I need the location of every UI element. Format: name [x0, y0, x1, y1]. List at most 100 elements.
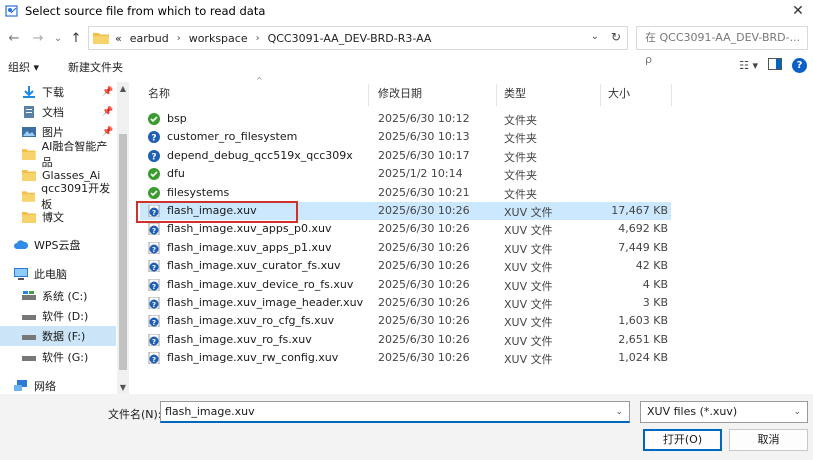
sidebar-item-drive-d[interactable]: 软件 (D:)	[0, 306, 116, 326]
up-arrow-icon[interactable]: ↑	[68, 30, 84, 48]
sidebar-item-blog[interactable]: 博文	[0, 207, 116, 227]
forward-arrow-icon[interactable]: →	[30, 30, 46, 48]
filename-input[interactable]: flash_image.xuv ⌄	[160, 401, 630, 423]
folder-icon	[22, 170, 36, 181]
view-options-icon[interactable]: ☷ ▾	[739, 59, 758, 72]
scroll-down-icon[interactable]: ▼	[117, 383, 129, 392]
sidebar-item-this-pc[interactable]: 此电脑	[0, 264, 116, 284]
file-date: 2025/6/30 10:26	[378, 296, 470, 309]
checkmark-folder-icon	[148, 168, 160, 181]
file-type: XUV 文件	[504, 316, 553, 330]
breadcrumb-workspace[interactable]: workspace	[189, 32, 248, 45]
sidebar-scrollbar[interactable]: ▲ ▼	[117, 82, 129, 394]
unknown-file-icon: ?	[148, 278, 160, 291]
back-arrow-icon[interactable]: ←	[6, 30, 22, 48]
table-row[interactable]: ? flash_image.xuv_ro_fs.xuv 2025/6/30 10:2…	[140, 331, 671, 349]
sidebar-item-drive-f[interactable]: 数据 (F:)	[0, 326, 116, 346]
file-type-select[interactable]: XUV files (*.xuv) ⌄	[640, 401, 808, 423]
unknown-file-icon: ?	[148, 315, 160, 328]
sidebar-item-network[interactable]: 网络	[0, 376, 116, 396]
navigation-pane: 下载 📌 文档 📌 图片 📌 AI融合智能产品 Glasses_Ai qcc30…	[0, 82, 130, 394]
view-controls: ☷ ▾ ?	[739, 58, 807, 73]
table-row[interactable]: ? flash_image.xuv_curator_fs.xuv 2025/6/30…	[140, 257, 671, 275]
scroll-up-icon[interactable]: ▲	[117, 84, 129, 93]
column-header-name[interactable]: 名称	[148, 82, 170, 106]
preview-pane-icon[interactable]	[768, 58, 782, 73]
checkmark-folder-icon	[148, 186, 160, 199]
file-date: 2025/6/30 10:26	[378, 351, 470, 365]
pin-icon: 📌	[102, 127, 114, 137]
svg-text:?: ?	[152, 301, 156, 309]
chevron-down-icon[interactable]: ⌄	[591, 31, 599, 42]
organize-button[interactable]: 组织 ▾	[8, 59, 39, 75]
table-row[interactable]: filesystems 2025/6/30 10:21 文件夹	[140, 184, 671, 202]
folder-icon	[22, 212, 36, 223]
table-row[interactable]: ? flash_image.xuv_rw_config.xuv 2025/6/30 …	[140, 349, 671, 367]
file-type: XUV 文件	[504, 261, 553, 275]
table-row[interactable]: ? flash_image.xuv_image_header.xuv 2025/6/…	[140, 294, 671, 312]
close-icon[interactable]: ✕	[789, 2, 807, 20]
checkmark-folder-icon	[148, 113, 160, 125]
sidebar-item-drive-c[interactable]: 系统 (C:)	[0, 286, 116, 306]
open-button[interactable]: 打开(O)	[643, 429, 722, 451]
cancel-button[interactable]: 取消	[729, 429, 808, 451]
help-icon[interactable]: ?	[792, 58, 807, 73]
column-header-type[interactable]: 类型	[504, 82, 526, 106]
app-icon	[5, 5, 18, 17]
address-row: ← → ⌄ ↑ « earbud › workspace › QCC3091-A…	[0, 26, 813, 66]
drive-icon	[22, 335, 36, 340]
column-divider[interactable]	[496, 84, 497, 106]
unknown-file-icon: ?	[148, 352, 160, 365]
chevron-right-icon[interactable]: ›	[177, 33, 181, 44]
svg-text:?: ?	[151, 152, 156, 162]
table-row[interactable]: dfu 2025/1/2 10:14 文件夹	[140, 165, 671, 183]
sidebar-item-downloads[interactable]: 下载 📌	[0, 82, 116, 102]
filename-value: flash_image.xuv	[165, 405, 255, 418]
sidebar-item-qcc3091[interactable]: qcc3091开发板	[0, 182, 116, 211]
sidebar-item-wps-cloud[interactable]: WPS云盘	[0, 235, 116, 255]
sidebar-item-ai-folder[interactable]: AI融合智能产品	[0, 140, 116, 169]
table-row[interactable]: bsp 2025/6/30 10:12 文件夹	[140, 110, 671, 128]
chevron-down-icon[interactable]: ⌄	[793, 402, 801, 422]
refresh-icon[interactable]: ↻	[611, 30, 621, 44]
table-row[interactable]: ? flash_image.xuv_ro_cfg_fs.xuv 2025/6/30 …	[140, 312, 671, 330]
breadcrumb-qcc3091[interactable]: QCC3091-AA_DEV-BRD-R3-AA	[268, 32, 432, 45]
column-header-size[interactable]: 大小	[608, 82, 630, 106]
file-date: 2025/6/30 10:26	[378, 314, 470, 328]
recent-locations-dropdown-icon[interactable]: ⌄	[50, 30, 66, 48]
table-row[interactable]: ? flash_image.xuv_device_ro_fs.xuv 2025/6/…	[140, 276, 671, 294]
file-size: 17,467 KB	[611, 204, 668, 217]
column-divider[interactable]	[368, 84, 369, 106]
file-size: 2,651 KB	[618, 332, 668, 346]
new-folder-button[interactable]: 新建文件夹	[68, 59, 123, 75]
chevron-down-icon[interactable]: ⌄	[615, 402, 623, 422]
chevron-right-icon[interactable]: ›	[256, 33, 260, 44]
table-row[interactable]: ? flash_image.xuv_apps_p1.xuv 2025/6/30 10…	[140, 239, 671, 257]
column-header-date[interactable]: 修改日期	[378, 82, 422, 106]
file-name: flash_image.xuv_device_ro_fs.xuv	[167, 277, 354, 291]
file-date: 2025/6/30 10:13	[378, 130, 470, 144]
folder-icon	[93, 33, 109, 44]
file-list: ^ 名称 修改日期 类型 大小 bsp 2025/6/30 10:12 文件夹? cu…	[140, 76, 813, 394]
table-row[interactable]: ? customer_ro_filesystem 2025/6/30 10:13 文件…	[140, 128, 671, 146]
column-divider[interactable]	[600, 84, 601, 106]
table-row[interactable]: ? flash_image.xuv_apps_p0.xuv 2025/6/30 10…	[140, 220, 671, 238]
file-name: dfu	[167, 167, 185, 181]
column-divider[interactable]	[671, 84, 672, 106]
svg-text:?: ?	[152, 227, 156, 235]
scrollbar-thumb[interactable]	[119, 134, 127, 370]
pin-icon: 📌	[102, 107, 114, 117]
svg-text:?: ?	[152, 246, 156, 254]
sidebar-item-drive-g[interactable]: 软件 (G:)	[0, 347, 116, 367]
folder-icon	[22, 191, 36, 202]
address-bar[interactable]: « earbud › workspace › QCC3091-AA_DEV-BR…	[88, 26, 628, 50]
breadcrumb-earbud[interactable]: earbud	[130, 32, 169, 45]
file-type: 文件夹	[504, 169, 537, 183]
sidebar-item-documents[interactable]: 文档 📌	[0, 102, 116, 122]
file-date: 2025/6/30 10:26	[378, 259, 470, 273]
file-type: 文件夹	[504, 114, 537, 127]
table-row[interactable]: ? depend_debug_qcc519x_qcc309x 2025/6/30 1…	[140, 147, 671, 165]
search-input[interactable]: 在 QCC3091-AA_DEV-BRD-... ρ	[636, 26, 808, 66]
breadcrumb-overflow[interactable]: «	[115, 32, 122, 45]
file-type: 文件夹	[504, 132, 537, 146]
